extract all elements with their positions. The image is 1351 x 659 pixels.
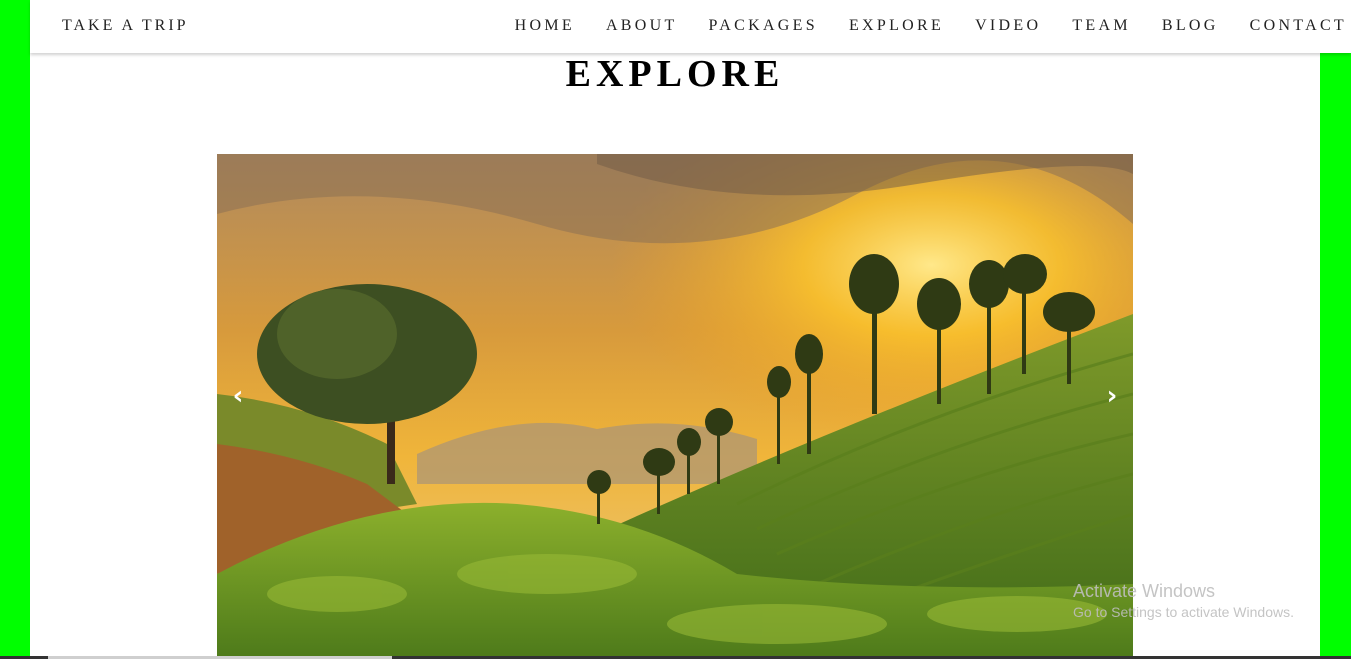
nav-about[interactable]: ABOUT (606, 17, 678, 35)
image-carousel[interactable] (217, 154, 1133, 659)
nav-home[interactable]: HOME (515, 17, 575, 35)
nav-explore[interactable]: EXPLORE (849, 17, 944, 35)
nav-blog[interactable]: BLOG (1162, 17, 1219, 35)
nav-team[interactable]: TEAM (1072, 17, 1131, 35)
windows-activation-watermark: Activate Windows Go to Settings to activ… (1073, 580, 1294, 622)
carousel-prev-icon[interactable]: ‹ (224, 380, 252, 412)
nav-menu: HOME ABOUT PACKAGES EXPLORE VIDEO TEAM B… (484, 17, 1347, 35)
nav-contact[interactable]: CONTACT (1250, 17, 1347, 35)
carousel-next-icon[interactable]: › (1098, 380, 1126, 412)
nav-packages[interactable]: PACKAGES (709, 17, 818, 35)
nav-video[interactable]: VIDEO (975, 17, 1041, 35)
watermark-title: Activate Windows (1073, 581, 1216, 601)
top-navbar: TAKE A TRIP HOME ABOUT PACKAGES EXPLORE … (30, 0, 1351, 53)
section-title: EXPLORE (565, 53, 785, 95)
brand-logo-link[interactable]: TAKE A TRIP (62, 17, 189, 35)
carousel-slide-image (217, 154, 1133, 659)
watermark-subtitle: Go to Settings to activate Windows. (1073, 604, 1294, 620)
